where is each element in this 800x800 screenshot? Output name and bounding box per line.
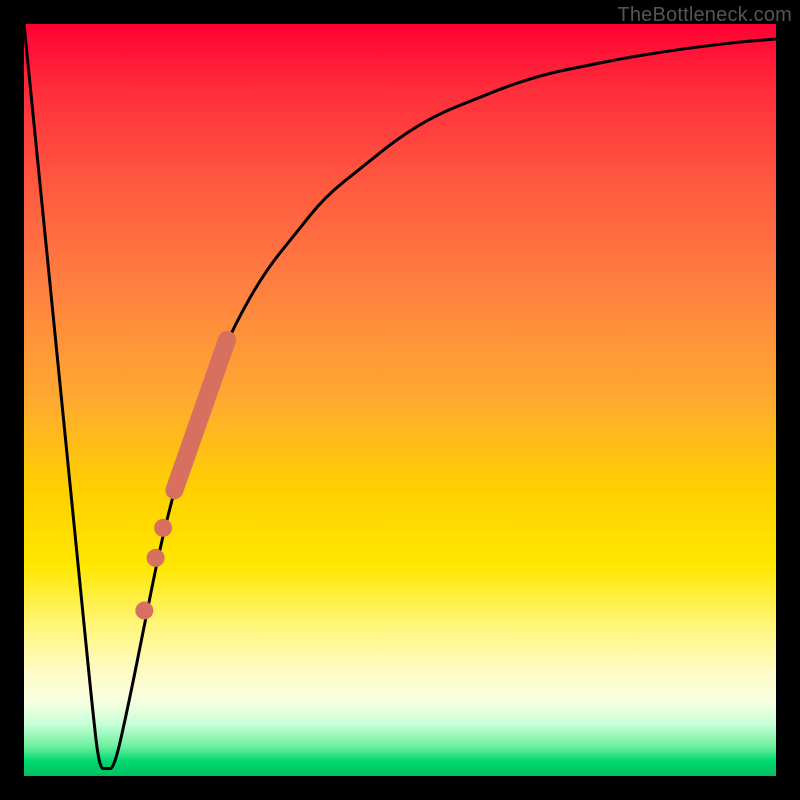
dot-2: [147, 549, 165, 567]
chart-frame: TheBottleneck.com: [0, 0, 800, 800]
curve-markers: [135, 340, 227, 620]
dot-3: [135, 602, 153, 620]
bottleneck-curve: [24, 24, 776, 768]
plot-area: [24, 24, 776, 776]
curve-layer: [24, 24, 776, 776]
dot-1: [154, 519, 172, 537]
highlight-segment: [174, 340, 227, 490]
